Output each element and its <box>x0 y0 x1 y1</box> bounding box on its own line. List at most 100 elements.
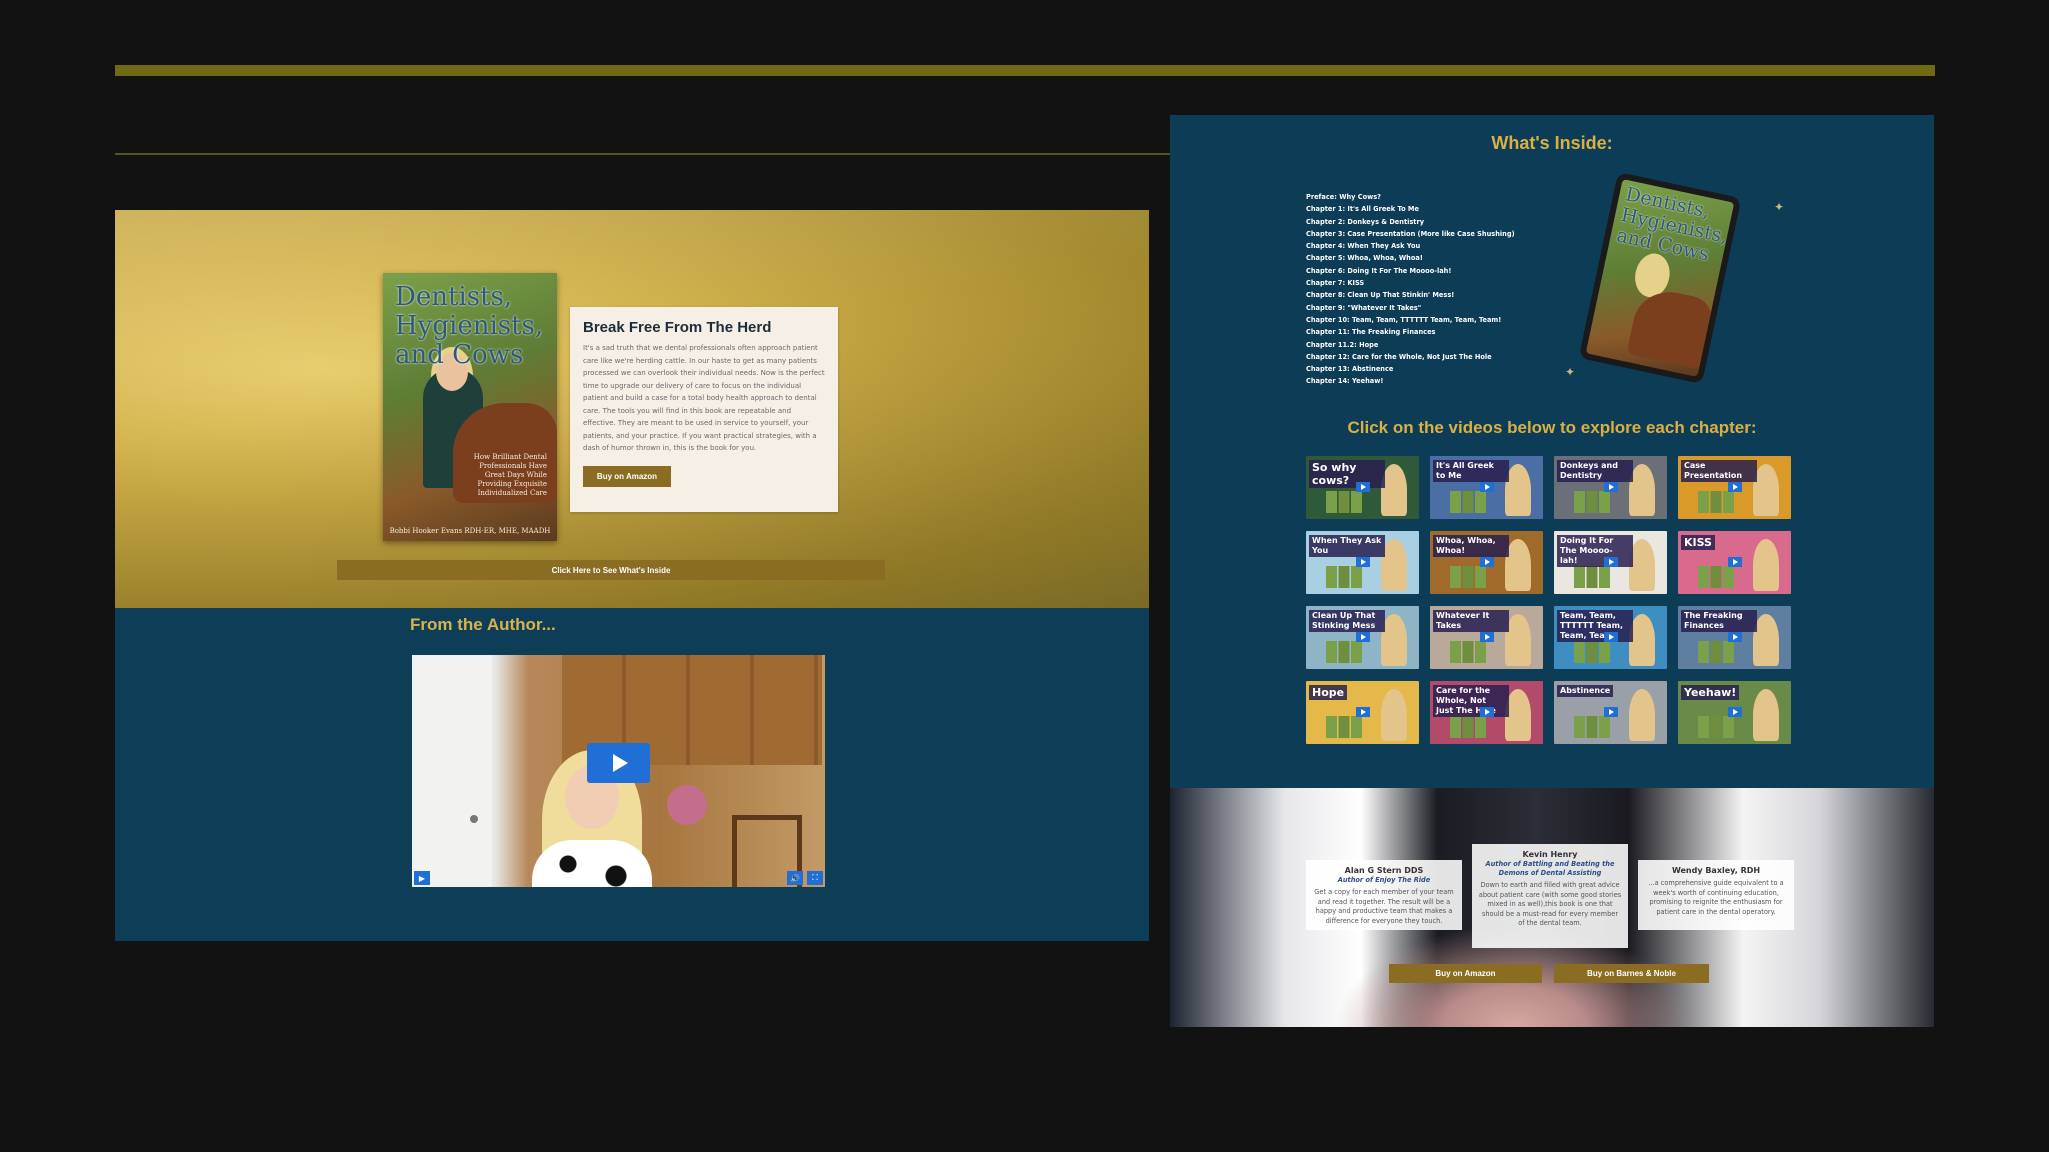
thumbnail-label: Team, Team, TTTTTT Team, Team, Team! <box>1557 610 1633 642</box>
thumbnail-label: It's All Greek to Me <box>1433 460 1509 482</box>
testimonial-credit: Author of Enjoy The Ride <box>1337 876 1431 884</box>
play-small-icon[interactable]: ▶ <box>414 871 430 885</box>
chapter-video-thumbnail[interactable]: The Freaking Finances <box>1678 606 1791 669</box>
play-icon[interactable] <box>1480 557 1494 567</box>
book-landing-panel: Dentists, Hygienists, and Cows How Brill… <box>115 210 1149 941</box>
sparkle-icon: ✦ <box>1565 365 1576 379</box>
play-icon[interactable] <box>1604 482 1618 492</box>
video-door-knob <box>470 815 478 823</box>
chapter-video-thumbnail[interactable]: Abstinence <box>1554 681 1667 744</box>
play-icon[interactable] <box>1728 707 1742 717</box>
chapter-video-thumbnail[interactable]: Yeehaw! <box>1678 681 1791 744</box>
thumbnail-label: Donkeys and Dentistry <box>1557 460 1633 482</box>
chapter-video-thumbnail[interactable]: Whatever It Takes <box>1430 606 1543 669</box>
testimonial-card: Wendy Baxley, RDH ...a comprehensive gui… <box>1638 860 1794 930</box>
thumbnail-books <box>1698 641 1734 663</box>
sparkle-icon: ✦ <box>1774 200 1785 214</box>
play-icon[interactable] <box>1480 707 1494 717</box>
thumbnail-label: Clean Up That Stinking Mess <box>1309 610 1385 632</box>
thumbnail-books <box>1574 641 1610 663</box>
thumbnail-books <box>1450 491 1486 513</box>
chapter-video-thumbnail[interactable]: Team, Team, TTTTTT Team, Team, Team! <box>1554 606 1667 669</box>
play-icon[interactable] <box>1356 707 1370 717</box>
tablet-cow <box>1626 285 1716 370</box>
book-author: Bobbi Hooker Evans RDH-ER, MHE, MAADH <box>389 527 551 535</box>
volume-icon[interactable]: 🔊 <box>787 871 803 885</box>
chapter-item: Chapter 10: Team, Team, TTTTTT Team, Tea… <box>1306 315 1502 324</box>
chapter-video-thumbnail[interactable]: Case Presentation <box>1678 456 1791 519</box>
divider-line <box>115 153 1170 155</box>
video-flowers <box>667 785 707 825</box>
play-icon[interactable] <box>1356 557 1370 567</box>
chapter-item: Chapter 5: Whoa, Whoa, Whoa! <box>1306 254 1423 263</box>
whats-inside-button[interactable]: Click Here to See What's Inside <box>337 560 885 580</box>
play-icon[interactable] <box>1356 482 1370 492</box>
tablet-screen: Dentists, Hygienists, and Cows <box>1585 179 1735 377</box>
buy-amazon-button[interactable]: Buy on Amazon <box>583 465 671 487</box>
thumbnail-label: KISS <box>1681 535 1715 550</box>
thumbnail-label: Whatever It Takes <box>1433 610 1509 632</box>
chapter-video-thumbnail[interactable]: Hope <box>1306 681 1419 744</box>
buy-barnes-noble-button[interactable]: Buy on Barnes & Noble <box>1554 964 1709 983</box>
testimonial-name: Kevin Henry <box>1522 850 1578 859</box>
thumbnail-label: Doing It For The Moooo-lah! <box>1557 535 1633 567</box>
thumbnail-label: Case Presentation <box>1681 460 1757 482</box>
chapter-video-thumbnail[interactable]: Doing It For The Moooo-lah! <box>1554 531 1667 594</box>
play-icon[interactable] <box>1356 632 1370 642</box>
chapter-video-thumbnail[interactable]: So why cows? <box>1306 456 1419 519</box>
play-icon[interactable] <box>1604 632 1618 642</box>
chapter-video-thumbnail[interactable]: Care for the Whole, Not Just The Hole <box>1430 681 1543 744</box>
play-icon[interactable] <box>1604 707 1618 717</box>
whats-inside-title: What's Inside: <box>1491 133 1613 153</box>
tablet-title: Dentists, Hygienists, and Cows <box>1614 183 1730 266</box>
thumbnail-label: Care for the Whole, Not Just The Hole <box>1433 685 1509 717</box>
explore-heading: Click on the videos below to explore eac… <box>1347 418 1757 437</box>
play-icon[interactable] <box>1480 482 1494 492</box>
thumbnail-books <box>1450 641 1486 663</box>
tablet-mockup: Dentists, Hygienists, and Cows <box>1578 171 1742 385</box>
thumbnail-books <box>1698 491 1734 513</box>
thumbnail-label: Hope <box>1309 685 1348 700</box>
chapter-item: Chapter 11.2: Hope <box>1306 340 1379 349</box>
chapter-item: Preface: Why Cows? <box>1306 193 1381 201</box>
chapter-video-thumbnail[interactable]: When They Ask You <box>1306 531 1419 594</box>
chapter-video-thumbnail[interactable]: It's All Greek to Me <box>1430 456 1543 519</box>
chapter-item: Chapter 12: Care for the Whole, Not Just… <box>1306 352 1492 361</box>
chapter-item: Chapter 14: Yeehaw! <box>1306 377 1384 386</box>
fullscreen-icon[interactable]: ⛶ <box>807 871 823 885</box>
thumbnail-label: When They Ask You <box>1309 535 1385 557</box>
chapter-item: Chapter 7: KISS <box>1306 279 1365 288</box>
thumbnail-person <box>1381 689 1407 741</box>
testimonial-name: Alan G Stern DDS <box>1344 866 1424 875</box>
author-video[interactable]: ▶ 🔊 ⛶ <box>412 655 825 887</box>
thumbnail-books <box>1326 716 1362 738</box>
card-body: It's a sad truth that we dental professi… <box>583 344 825 452</box>
chapter-item: Chapter 4: When They Ask You <box>1306 242 1421 251</box>
thumbnail-books <box>1326 491 1362 513</box>
play-icon[interactable] <box>1728 482 1742 492</box>
thumbnail-books <box>1574 716 1610 738</box>
chapter-item: Chapter 13: Abstinence <box>1306 365 1394 374</box>
thumbnail-label: Abstinence <box>1557 685 1614 697</box>
play-icon[interactable] <box>587 743 650 783</box>
chapter-video-thumbnail[interactable]: Donkeys and Dentistry <box>1554 456 1667 519</box>
book-title: Dentists, Hygienists, and Cows <box>395 282 544 370</box>
chapter-video-thumbnail[interactable]: Clean Up That Stinking Mess <box>1306 606 1419 669</box>
play-icon[interactable] <box>1480 632 1494 642</box>
thumbnail-label: Yeehaw! <box>1681 685 1740 700</box>
chapter-item: Chapter 3: Case Presentation (More like … <box>1306 229 1515 238</box>
thumbnail-books <box>1574 566 1610 588</box>
play-icon[interactable] <box>1604 557 1618 567</box>
chapter-item: Chapter 1: It's All Greek To Me <box>1306 205 1419 214</box>
chapter-video-thumbnail[interactable]: Whoa, Whoa, Whoa! <box>1430 531 1543 594</box>
play-icon[interactable] <box>1728 557 1742 567</box>
play-icon[interactable] <box>1728 632 1742 642</box>
testimonials-section: Alan G Stern DDS Author of Enjoy The Rid… <box>1170 788 1934 1027</box>
testimonial-name: Wendy Baxley, RDH <box>1671 866 1761 875</box>
testimonial-credit: Author of Battling and Beating the Demon… <box>1485 860 1615 877</box>
chapter-video-thumbnail[interactable]: KISS <box>1678 531 1791 594</box>
intro-card: Break Free From The Herd It's a sad trut… <box>570 307 838 512</box>
buy-amazon-button[interactable]: Buy on Amazon <box>1389 964 1542 983</box>
thumbnail-books <box>1698 566 1734 588</box>
chapter-item: Chapter 8: Clean Up That Stinkin' Mess! <box>1306 291 1455 300</box>
